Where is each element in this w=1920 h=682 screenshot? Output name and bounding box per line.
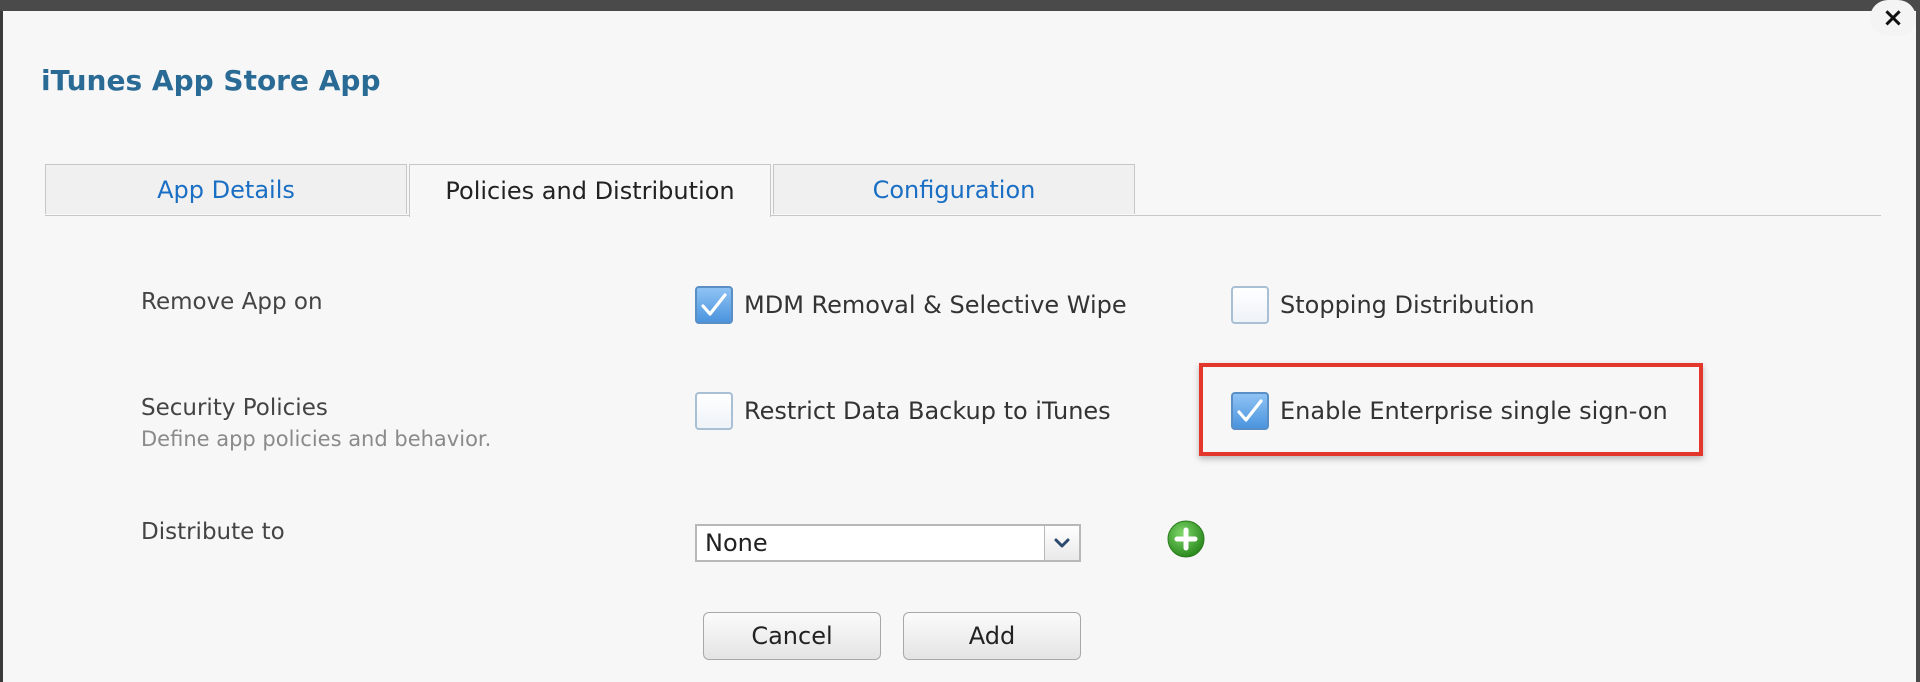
add-button[interactable]: Add xyxy=(903,612,1081,660)
chevron-down-icon xyxy=(1054,538,1070,548)
checkbox-box[interactable] xyxy=(695,392,733,430)
stopping-distribution-checkbox[interactable]: Stopping Distribution xyxy=(1231,286,1535,324)
security-policies-label: Security Policies xyxy=(141,395,328,421)
enterprise-sso-label: Enable Enterprise single sign-on xyxy=(1280,397,1668,425)
dialog-title: iTunes App Store App xyxy=(41,64,381,97)
distribute-to-label: Distribute to xyxy=(141,519,285,545)
stopping-distribution-label: Stopping Distribution xyxy=(1280,291,1535,319)
checkmark-icon xyxy=(701,293,727,316)
select-arrow[interactable] xyxy=(1044,526,1079,560)
restrict-backup-checkbox[interactable]: Restrict Data Backup to iTunes xyxy=(695,392,1111,430)
checkbox-box[interactable] xyxy=(1231,286,1269,324)
tab-configuration[interactable]: Configuration xyxy=(773,164,1135,214)
tab-bar: App Details Policies and Distribution Co… xyxy=(45,164,1137,217)
remove-app-label: Remove App on xyxy=(141,289,323,315)
checkbox-box[interactable] xyxy=(1231,392,1269,430)
cancel-button[interactable]: Cancel xyxy=(703,612,881,660)
checkbox-box[interactable] xyxy=(695,286,733,324)
close-button[interactable]: × xyxy=(1870,0,1916,36)
security-policies-description: Define app policies and behavior. xyxy=(141,427,492,451)
close-icon: × xyxy=(1882,3,1904,33)
checkmark-icon xyxy=(1237,399,1263,422)
tab-policies-and-distribution[interactable]: Policies and Distribution xyxy=(409,164,771,217)
enterprise-sso-checkbox[interactable]: Enable Enterprise single sign-on xyxy=(1231,392,1668,430)
tab-app-details[interactable]: App Details xyxy=(45,164,407,214)
plus-circle-icon xyxy=(1167,520,1205,558)
add-distribution-button[interactable] xyxy=(1167,520,1205,558)
mdm-removal-checkbox[interactable]: MDM Removal & Selective Wipe xyxy=(695,286,1127,324)
app-dialog: iTunes App Store App App Details Policie… xyxy=(0,11,1916,682)
restrict-backup-label: Restrict Data Backup to iTunes xyxy=(744,397,1111,425)
mdm-removal-label: MDM Removal & Selective Wipe xyxy=(744,291,1127,319)
select-value: None xyxy=(705,529,768,557)
distribute-to-select[interactable]: None xyxy=(695,524,1081,562)
